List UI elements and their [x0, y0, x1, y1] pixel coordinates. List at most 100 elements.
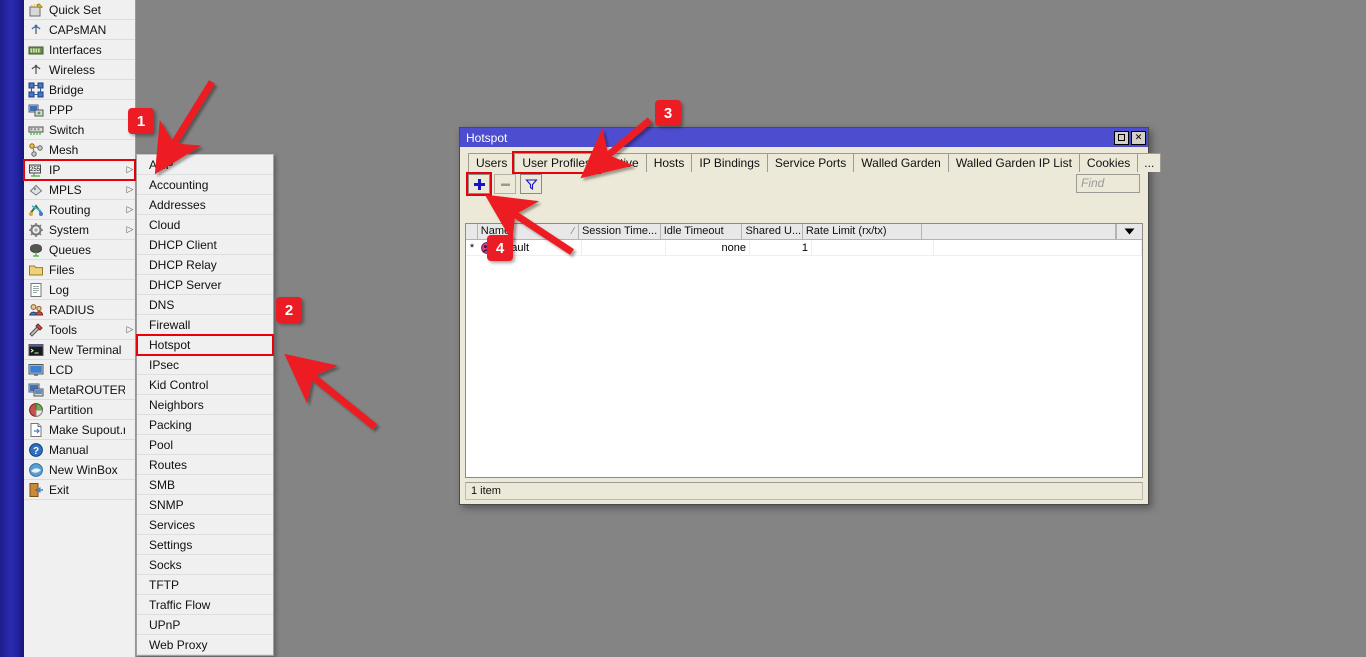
- sidebar-item-ppp[interactable]: PPP: [24, 100, 135, 120]
- sidebar-item-ip[interactable]: 255 IP ▷: [23, 159, 136, 181]
- ip-submenu-item-cloud[interactable]: Cloud: [137, 215, 273, 235]
- ip-submenu-item-snmp[interactable]: SNMP: [137, 495, 273, 515]
- tab-ip-bindings[interactable]: IP Bindings: [691, 153, 768, 172]
- sidebar-item-routing[interactable]: Routing ▷: [24, 200, 135, 220]
- maximize-button[interactable]: [1114, 130, 1129, 145]
- sidebar-item-radius[interactable]: RADIUS: [24, 300, 135, 320]
- ip-submenu-item-arp[interactable]: ARP: [137, 155, 273, 175]
- tab-hosts[interactable]: Hosts: [645, 153, 693, 172]
- ip-submenu-item-settings[interactable]: Settings: [137, 535, 273, 555]
- wireless-icon: [28, 62, 44, 78]
- hotspot-toolbar[interactable]: Find: [464, 172, 1144, 196]
- column-header-session-time[interactable]: Session Time...: [579, 224, 661, 239]
- sidebar-item-new-winbox[interactable]: New WinBox: [24, 460, 135, 480]
- tab-active[interactable]: Active: [598, 153, 647, 172]
- sidebar-item-label: PPP: [49, 102, 74, 117]
- mpls-icon: [28, 182, 44, 198]
- ip-icon: 255: [28, 162, 44, 178]
- hotspot-titlebar[interactable]: Hotspot ✕: [460, 128, 1148, 147]
- ip-submenu-item-pool[interactable]: Pool: [137, 435, 273, 455]
- sidebar-item-log[interactable]: Log: [24, 280, 135, 300]
- ip-submenu-item-traffic-flow[interactable]: Traffic Flow: [137, 595, 273, 615]
- ip-submenu-item-routes[interactable]: Routes: [137, 455, 273, 475]
- system-icon: [28, 222, 44, 238]
- ip-submenu-item-upnp[interactable]: UPnP: [137, 615, 273, 635]
- sidebar-item-label: Exit: [49, 482, 70, 497]
- sidebar-item-mesh[interactable]: Mesh: [24, 140, 135, 160]
- column-header-rate-limit-rx-tx[interactable]: Rate Limit (rx/tx): [803, 224, 922, 239]
- chevron-right-icon: ▷: [126, 184, 134, 194]
- hotspot-body: Users User Profiles Active Hosts IP Bindings…: [460, 147, 1162, 504]
- ip-submenu-item-packing[interactable]: Packing: [137, 415, 273, 435]
- tab-walled-garden-ip-list[interactable]: Walled Garden IP List: [947, 153, 1080, 172]
- tab-walled-garden[interactable]: Walled Garden: [853, 153, 949, 172]
- ip-submenu-item-hotspot[interactable]: Hotspot: [136, 334, 274, 356]
- filter-button[interactable]: [520, 174, 542, 194]
- tab-cookies[interactable]: Cookies: [1078, 153, 1139, 172]
- sidebar-item-system[interactable]: System ▷: [24, 220, 135, 240]
- sidebar-item-wireless[interactable]: Wireless: [24, 60, 135, 80]
- svg-text:?: ?: [33, 446, 39, 457]
- table-body[interactable]: *defaultnone1: [466, 240, 1142, 256]
- sidebar-item-label: LCD: [49, 362, 74, 377]
- sidebar-item-manual[interactable]: ? Manual: [24, 440, 135, 460]
- ip-submenu-item-dhcp-client[interactable]: DHCP Client: [137, 235, 273, 255]
- close-button[interactable]: ✕: [1131, 130, 1146, 145]
- tab-service-ports[interactable]: Service Ports: [766, 153, 855, 172]
- sidebar-item-make-supout-rif[interactable]: Make Supout.rif: [24, 420, 135, 440]
- ip-submenu-item-kid-control[interactable]: Kid Control: [137, 375, 273, 395]
- table-row[interactable]: *defaultnone1: [466, 240, 1142, 256]
- table-column-headers[interactable]: Name ⁄ Session Time... Idle Timeout Shared U…: [466, 224, 1142, 240]
- sidebar-item-label: Make Supout.rif: [49, 422, 125, 437]
- ip-submenu-item-firewall[interactable]: Firewall: [137, 315, 273, 335]
- sidebar-item-interfaces[interactable]: Interfaces: [24, 40, 135, 60]
- ip-submenu-item-dns[interactable]: DNS: [137, 295, 273, 315]
- ip-submenu-item-services[interactable]: Services: [137, 515, 273, 535]
- ip-submenu-item-dhcp-server[interactable]: DHCP Server: [137, 275, 273, 295]
- column-chooser-button[interactable]: [1116, 224, 1142, 239]
- remove-button[interactable]: [494, 174, 516, 194]
- tab-[interactable]: ...: [1137, 153, 1162, 172]
- ip-submenu[interactable]: ARP Accounting Addresses Cloud DHCP Client DH…: [136, 154, 274, 656]
- sidebar-item-mpls[interactable]: MPLS ▷: [24, 180, 135, 200]
- sidebar-item-new-terminal[interactable]: New Terminal: [24, 340, 135, 360]
- tab-user-profiles[interactable]: User Profiles: [512, 151, 602, 174]
- ip-submenu-item-neighbors[interactable]: Neighbors: [137, 395, 273, 415]
- sidebar-item-exit[interactable]: Exit: [24, 480, 135, 500]
- exit-icon: [28, 482, 44, 498]
- ip-submenu-item-socks[interactable]: Socks: [137, 555, 273, 575]
- tab-users[interactable]: Users: [468, 153, 516, 172]
- sidebar-item-queues[interactable]: Queues: [24, 240, 135, 260]
- sidebar-item-lcd[interactable]: LCD: [24, 360, 135, 380]
- sidebar-item-partition[interactable]: Partition: [24, 400, 135, 420]
- ip-submenu-item-tftp[interactable]: TFTP: [137, 575, 273, 595]
- column-header-flag: [466, 224, 478, 239]
- user-profiles-table[interactable]: Name ⁄ Session Time... Idle Timeout Shared U…: [465, 223, 1143, 478]
- search-input[interactable]: Find: [1076, 174, 1140, 193]
- main-menu-sidebar[interactable]: Quick Set CAPsMAN Interfaces Wireless Bridge…: [23, 0, 136, 657]
- sidebar-item-quick-set[interactable]: Quick Set: [24, 0, 135, 20]
- ip-submenu-item-accounting[interactable]: Accounting: [137, 175, 273, 195]
- quick-set-icon: [28, 2, 44, 18]
- sidebar-item-files[interactable]: Files: [24, 260, 135, 280]
- sidebar-item-bridge[interactable]: Bridge: [24, 80, 135, 100]
- ip-submenu-item-addresses[interactable]: Addresses: [137, 195, 273, 215]
- column-header-blank[interactable]: [922, 224, 1117, 239]
- sidebar-item-tools[interactable]: Tools ▷: [24, 320, 135, 340]
- add-button[interactable]: [466, 172, 492, 196]
- column-header-shared-u[interactable]: Shared U...: [742, 224, 803, 239]
- callout-badge-4: 4: [487, 235, 513, 261]
- sidebar-item-capsman[interactable]: CAPsMAN: [24, 20, 135, 40]
- sidebar-item-metarouter[interactable]: MetaROUTER: [24, 380, 135, 400]
- sidebar-item-switch[interactable]: Switch: [24, 120, 135, 140]
- ip-submenu-item-smb[interactable]: SMB: [137, 475, 273, 495]
- hotspot-window[interactable]: Hotspot ✕ Users User Profiles Active Hosts I…: [459, 127, 1162, 505]
- column-header-label: Session Time...: [581, 225, 658, 237]
- sidebar-item-label: Mesh: [49, 142, 79, 157]
- ppp-icon: [28, 102, 44, 118]
- hotspot-tab-bar[interactable]: Users User Profiles Active Hosts IP Bindings…: [464, 150, 1162, 174]
- ip-submenu-item-dhcp-relay[interactable]: DHCP Relay: [137, 255, 273, 275]
- column-header-idle-timeout[interactable]: Idle Timeout: [661, 224, 743, 239]
- ip-submenu-item-ipsec[interactable]: IPsec: [137, 355, 273, 375]
- ip-submenu-item-web-proxy[interactable]: Web Proxy: [137, 635, 273, 655]
